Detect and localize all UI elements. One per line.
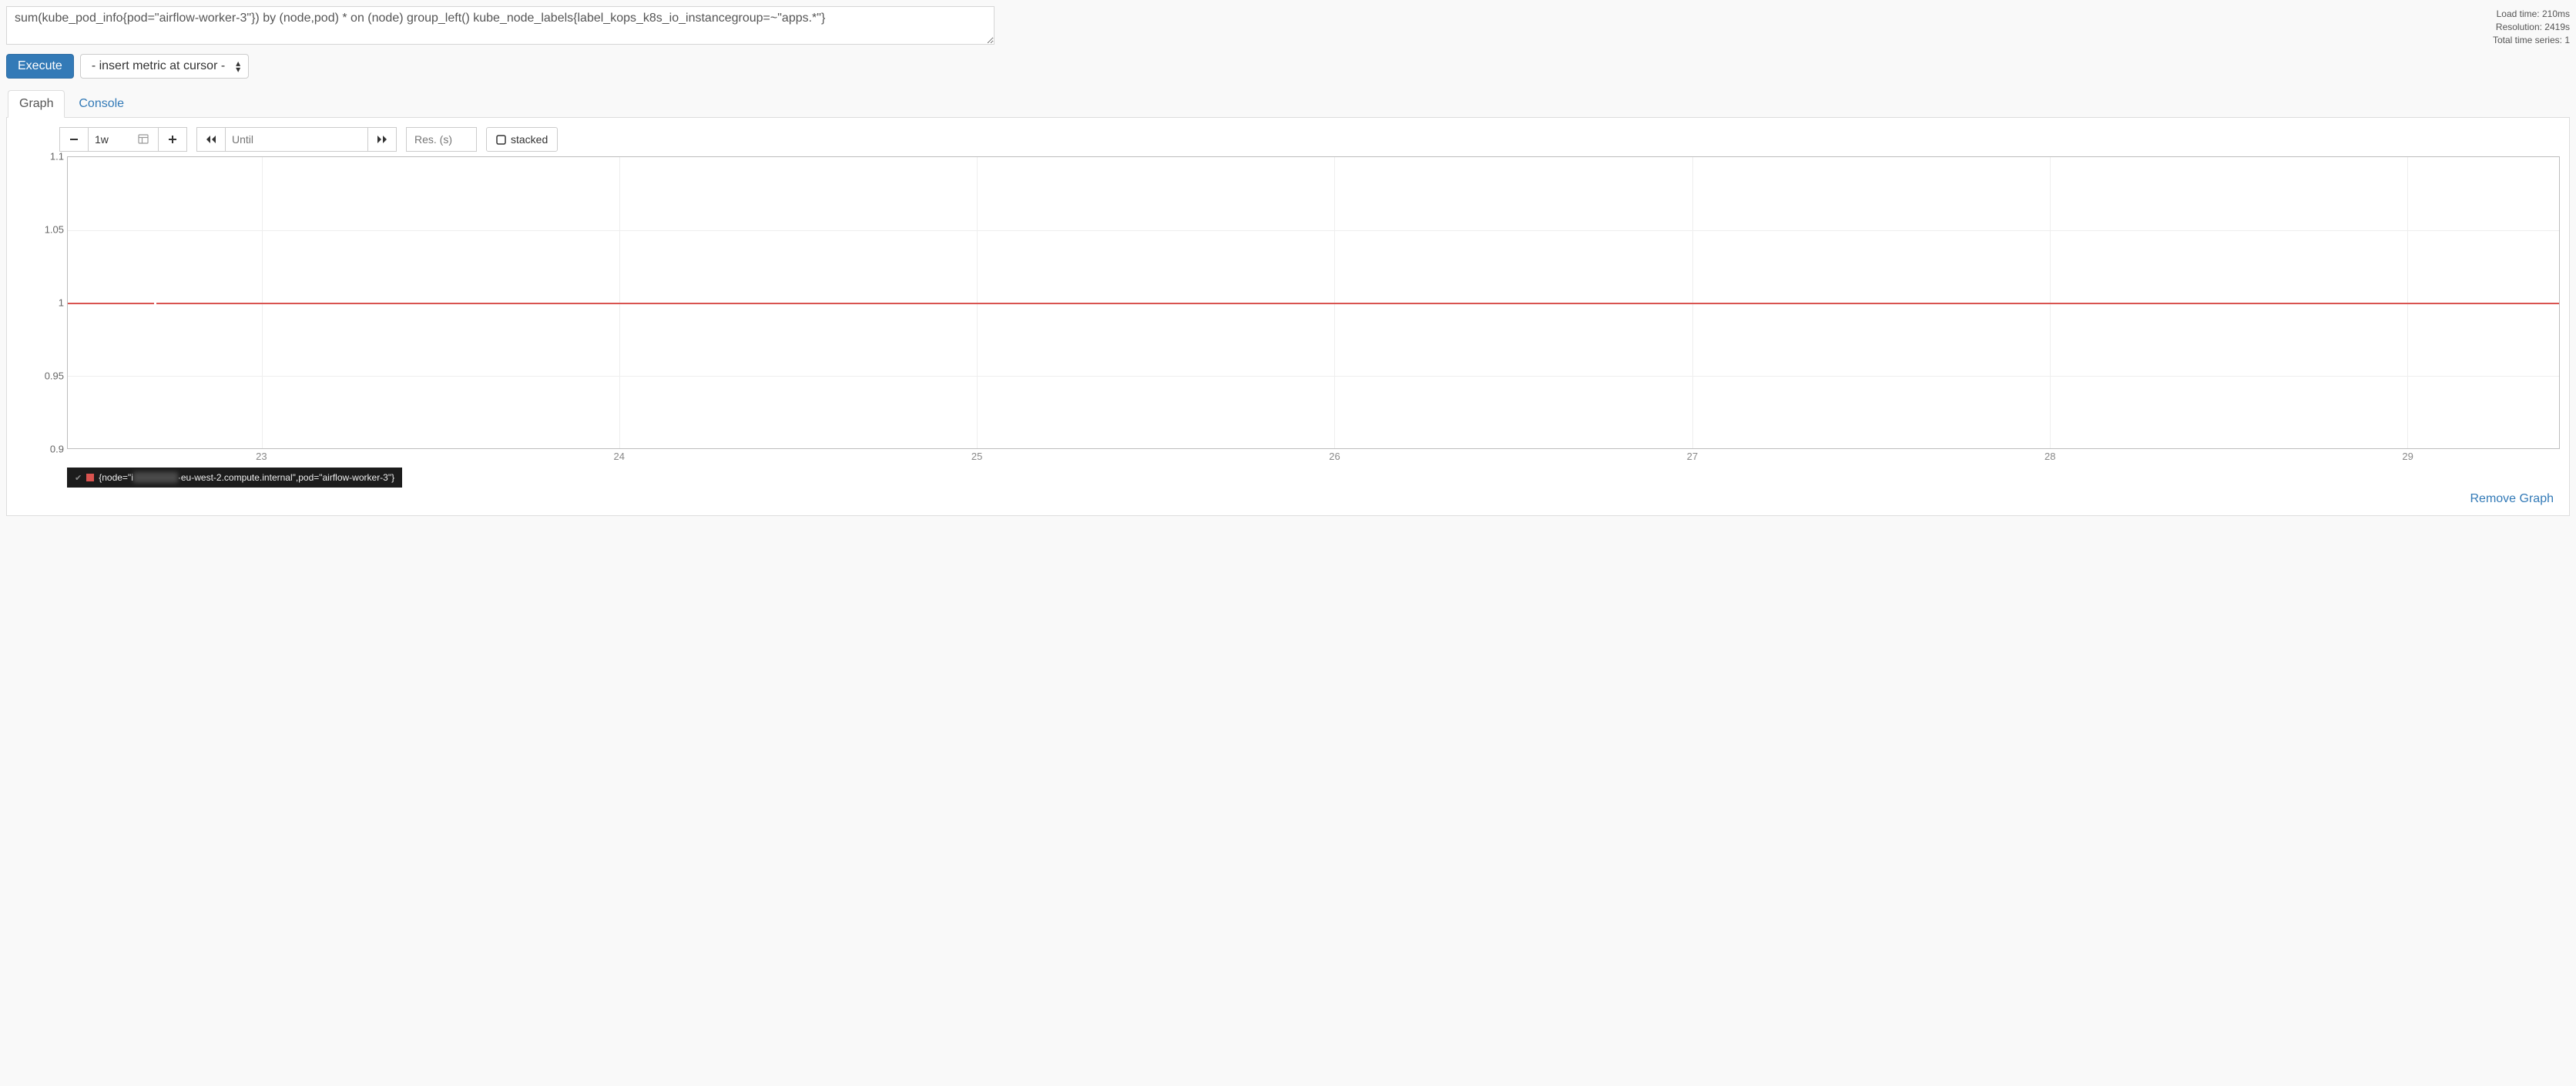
- y-tick: 1.1: [50, 151, 64, 163]
- y-tick: 1.05: [45, 224, 64, 236]
- remove-graph-link[interactable]: Remove Graph: [2470, 492, 2554, 505]
- range-input[interactable]: 1w: [95, 133, 138, 146]
- y-tick: 0.95: [45, 370, 64, 382]
- graph-panel: 1w: [6, 118, 2570, 516]
- legend-text-suffix: ·eu-west-2.compute.internal",pod="airflo…: [178, 472, 394, 483]
- until-group: [196, 127, 397, 152]
- check-icon: ✔: [75, 473, 82, 483]
- select-caret-icon: ▴▾: [236, 61, 240, 72]
- legend-label: {node="ip-10-0-0-0·eu-west-2.compute.int…: [99, 472, 394, 483]
- meta-total-series: Total time series: 1: [2493, 34, 2570, 47]
- meta-resolution: Resolution: 2419s: [2493, 21, 2570, 34]
- x-tick: 29: [2402, 451, 2413, 462]
- unchecked-icon: [496, 135, 506, 145]
- insert-metric-label: - insert metric at cursor -: [92, 59, 225, 73]
- insert-metric-select[interactable]: - insert metric at cursor - ▴▾: [80, 54, 249, 79]
- rewind-icon: [206, 135, 216, 144]
- plus-icon: [168, 135, 177, 144]
- until-input[interactable]: [226, 127, 367, 152]
- x-tick: 26: [1329, 451, 1340, 462]
- tab-graph[interactable]: Graph: [8, 90, 65, 118]
- x-tick: 28: [2044, 451, 2055, 462]
- legend-text-obscured: p-10-0-0-0: [133, 472, 178, 483]
- fast-forward-icon: [377, 135, 387, 144]
- chart: 1.1 1.05 1 0.95 0.9 23 24: [16, 156, 2560, 488]
- query-input[interactable]: sum(kube_pod_info{pod="airflow-worker-3"…: [6, 6, 995, 45]
- plot-area[interactable]: [67, 156, 2560, 449]
- tab-console[interactable]: Console: [68, 91, 135, 117]
- range-increase-button[interactable]: [158, 127, 187, 152]
- legend-item[interactable]: ✔ {node="ip-10-0-0-0·eu-west-2.compute.i…: [67, 468, 402, 488]
- range-decrease-button[interactable]: [59, 127, 89, 152]
- range-group: 1w: [59, 127, 187, 152]
- y-axis: 1.1 1.05 1 0.95 0.9: [16, 156, 67, 449]
- gridline: [68, 230, 2559, 231]
- meta-load-time: Load time: 210ms: [2493, 8, 2570, 21]
- query-meta: Load time: 210ms Resolution: 2419s Total…: [2493, 6, 2570, 46]
- gridline: [68, 376, 2559, 377]
- time-forward-button[interactable]: [367, 127, 397, 152]
- minus-icon: [69, 135, 79, 144]
- datepicker-icon[interactable]: [138, 133, 152, 146]
- y-tick: 1: [59, 297, 64, 309]
- x-tick: 23: [256, 451, 267, 462]
- stacked-label: stacked: [511, 133, 548, 146]
- legend-swatch: [86, 474, 94, 481]
- time-back-button[interactable]: [196, 127, 226, 152]
- y-tick: 0.9: [50, 444, 64, 455]
- resolution-input[interactable]: [406, 127, 477, 152]
- stacked-toggle[interactable]: stacked: [486, 127, 558, 152]
- tabs: Graph Console: [6, 89, 2570, 118]
- x-tick: 24: [614, 451, 625, 462]
- x-tick: 27: [1687, 451, 1698, 462]
- x-axis: 23 24 25 26 27 28 29: [67, 449, 2560, 464]
- legend-text-prefix: {node="i: [99, 472, 133, 483]
- execute-button[interactable]: Execute: [6, 54, 74, 79]
- x-tick: 25: [971, 451, 982, 462]
